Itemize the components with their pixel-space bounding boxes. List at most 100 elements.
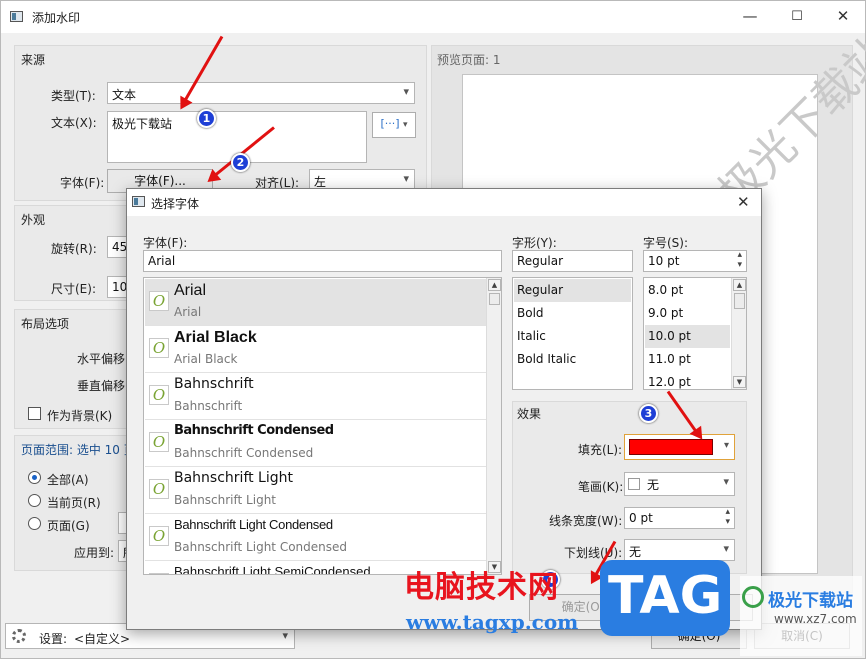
layout-group-title: 布局选项 xyxy=(21,317,70,331)
preview-title: 预览页面: 1 xyxy=(437,53,501,67)
annotation-badge-4: 4 xyxy=(541,570,560,589)
annotation-badge-1: 1 xyxy=(197,109,216,128)
dialog-close-button[interactable]: ✕ xyxy=(737,193,750,211)
font-family-label: 字体(F): xyxy=(143,236,188,250)
scroll-up-arrow[interactable]: ▲ xyxy=(488,279,501,291)
font-size-option[interactable]: 11.0 pt xyxy=(645,348,730,371)
underline-select[interactable]: 无 xyxy=(624,539,735,561)
font-list-item[interactable]: O Arial Black Arial Black xyxy=(145,326,486,373)
opentype-font-icon: O xyxy=(149,432,169,452)
dialog-title-bar: 选择字体 ✕ xyxy=(127,189,761,216)
chevron-down-icon: ▾ xyxy=(723,440,729,451)
all-pages-radio[interactable] xyxy=(28,471,41,484)
font-name: Bahnschrift Condensed xyxy=(174,423,334,438)
size-list-scrollbar[interactable]: ▲ ▼ xyxy=(731,278,746,389)
gear-icon xyxy=(12,629,26,643)
font-sample: Bahnschrift xyxy=(174,399,243,413)
maximize-button[interactable]: ☐ xyxy=(774,1,820,33)
font-family-input[interactable]: Arial xyxy=(143,250,502,272)
pages-label: 页面(G) xyxy=(47,519,90,533)
insert-variable-button[interactable]: [···] ▾ xyxy=(372,112,416,138)
chevron-down-icon: ▾ xyxy=(282,629,288,642)
layout-group: 布局选项 水平偏移 垂直偏移 作为背景(K) xyxy=(14,309,129,429)
line-width-input[interactable]: 0 pt xyxy=(624,507,735,529)
appearance-group: 外观 旋转(R): 45 尺寸(E): 100 xyxy=(14,205,131,301)
horizontal-offset-label: 水平偏移 xyxy=(77,352,126,366)
font-size-option[interactable]: 10.0 pt xyxy=(645,325,730,348)
font-size-option[interactable]: 9.0 pt xyxy=(645,302,730,325)
font-family-list[interactable]: O Arial Arial O Arial Black Arial Black O Bahns… xyxy=(143,277,502,575)
scroll-thumb[interactable] xyxy=(489,293,500,305)
font-list-item[interactable]: O Bahnschrift Bahnschrift xyxy=(145,373,486,420)
font-name: Bahnschrift Light xyxy=(174,470,293,486)
font-size-option[interactable]: 8.0 pt xyxy=(645,279,730,302)
font-style-label: 字形(Y): xyxy=(512,236,557,250)
opentype-font-icon: O xyxy=(149,291,169,311)
text-label: 文本(X): xyxy=(51,116,97,130)
font-sample: Arial Black xyxy=(174,352,238,366)
font-size-list[interactable]: 8.0 pt 9.0 pt 10.0 pt 11.0 pt 12.0 pt ▲ ▼ xyxy=(643,277,747,390)
appearance-group-title: 外观 xyxy=(21,213,46,227)
current-page-radio[interactable] xyxy=(28,494,41,507)
annotation-badge-3: 3 xyxy=(639,404,658,423)
font-style-list[interactable]: Regular Bold Italic Bold Italic xyxy=(512,277,633,390)
fill-label: 填充(L): xyxy=(578,443,623,457)
opentype-font-icon: O xyxy=(149,526,169,546)
scroll-down-arrow[interactable]: ▼ xyxy=(733,376,746,388)
all-pages-label: 全部(A) xyxy=(47,473,89,487)
effects-group: 效果 填充(L): ▾ 笔画(K): 无 线条宽度(W): 0 pt 下划线(U… xyxy=(512,401,747,574)
font-name: Arial xyxy=(174,282,207,299)
opentype-font-icon: O xyxy=(149,385,169,405)
cancel-button[interactable]: 取消(C) xyxy=(754,623,850,649)
source-group-title: 来源 xyxy=(21,53,46,67)
scroll-down-arrow[interactable]: ▼ xyxy=(488,561,501,573)
pages-radio[interactable] xyxy=(28,517,41,530)
font-style-option[interactable]: Regular xyxy=(514,279,631,302)
line-width-label: 线条宽度(W): xyxy=(549,514,623,528)
current-page-label: 当前页(R) xyxy=(47,496,101,510)
dialog-cancel-button[interactable]: 取消(C) xyxy=(645,594,753,621)
font-size-option[interactable]: 12.0 pt xyxy=(645,371,730,389)
stroke-select[interactable]: 无 xyxy=(624,472,735,496)
scroll-up-arrow[interactable]: ▲ xyxy=(733,279,746,291)
type-select[interactable]: 文本 xyxy=(107,82,415,104)
app-icon xyxy=(10,11,23,22)
settings-value: <自定义> xyxy=(74,632,131,646)
font-style-input[interactable]: Regular xyxy=(512,250,633,272)
font-list-item[interactable]: O Bahnschrift Light Condensed Bahnschrift … xyxy=(145,514,486,561)
font-style-option[interactable]: Italic xyxy=(514,325,631,348)
font-list-item[interactable]: O Bahnschrift Light Bahnschrift Light xyxy=(145,467,486,514)
minimize-button[interactable]: — xyxy=(727,1,773,33)
dialog-ok-button[interactable]: 确定(O) xyxy=(529,594,637,621)
font-list-item[interactable]: O Bahnschrift Condensed Bahnschrift Conden… xyxy=(145,420,486,467)
type-label: 类型(T): xyxy=(51,89,96,103)
rotate-label: 旋转(R): xyxy=(51,242,97,256)
font-style-option[interactable]: Bold Italic xyxy=(514,348,631,371)
font-sample: Bahnschrift Light Condensed xyxy=(174,540,347,554)
font-list-item[interactable]: O Bahnschrift Light SemiCondensed xyxy=(145,561,486,575)
scroll-thumb[interactable] xyxy=(734,293,745,309)
font-sample: Bahnschrift Condensed xyxy=(174,446,314,460)
page-range-title: 页面范围: 选中 10 页 xyxy=(21,443,136,457)
font-name: Bahnschrift Light SemiCondensed xyxy=(174,564,371,575)
annotation-badge-2: 2 xyxy=(231,153,250,172)
size-label: 尺寸(E): xyxy=(51,282,96,296)
font-size-input[interactable]: 10 pt xyxy=(643,250,747,272)
page-range-group: 页面范围: 选中 10 页 全部(A) 当前页(R) 页面(G) 应用到: 所 xyxy=(14,435,136,571)
opentype-font-icon: O xyxy=(149,338,169,358)
fill-color-swatch xyxy=(629,439,713,455)
font-list-item[interactable]: O Arial Arial xyxy=(145,279,486,326)
chevron-down-icon: ▾ xyxy=(403,120,408,130)
source-group: 来源 类型(T): 文本 文本(X): 极光下载站 [···] ▾ 字体(F):… xyxy=(14,45,427,201)
font-size-label: 字号(S): xyxy=(643,236,689,250)
font-name: Arial Black xyxy=(174,329,257,346)
effects-title: 效果 xyxy=(517,407,542,421)
font-list-scrollbar[interactable]: ▲ ▼ xyxy=(486,278,501,574)
font-style-option[interactable]: Bold xyxy=(514,302,631,325)
stroke-label: 笔画(K): xyxy=(578,480,624,494)
fill-color-select[interactable]: ▾ xyxy=(624,434,735,460)
as-background-checkbox[interactable] xyxy=(28,407,41,420)
settings-label: 设置: xyxy=(39,632,68,646)
as-background-label: 作为背景(K) xyxy=(47,409,113,423)
font-label: 字体(F): xyxy=(60,176,105,190)
